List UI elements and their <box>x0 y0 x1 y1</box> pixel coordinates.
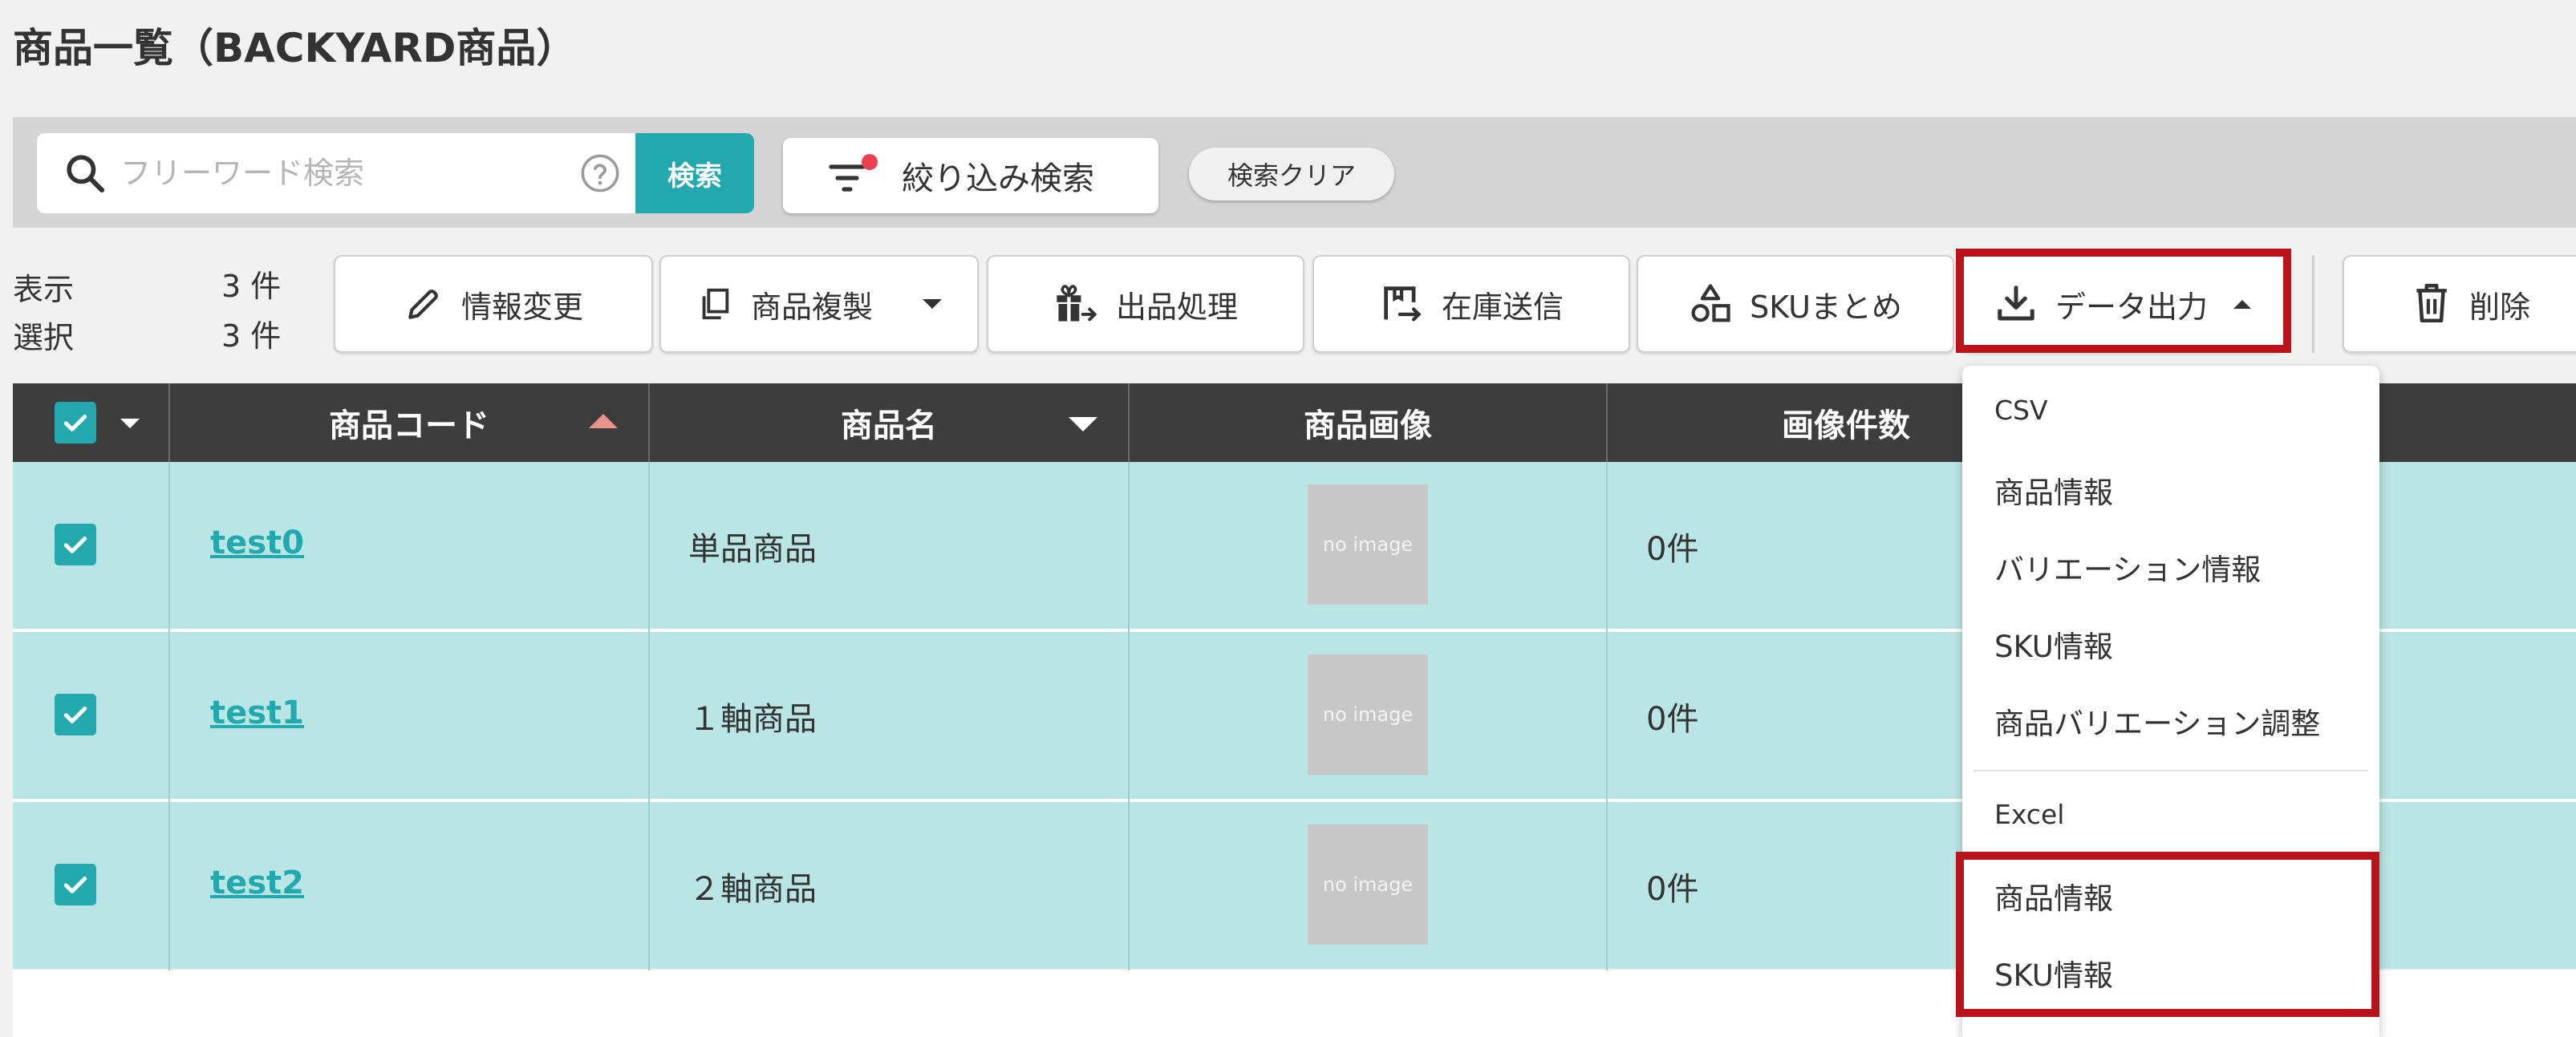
select-all-checkbox[interactable] <box>55 402 96 444</box>
shapes-icon <box>1691 284 1730 322</box>
product-image-placeholder: no image <box>1308 654 1428 775</box>
delete-button[interactable]: 削除 <box>2343 255 2576 353</box>
search-input[interactable] <box>120 143 554 204</box>
product-name: ２軸商品 <box>688 871 817 908</box>
search-button[interactable]: 検索 <box>635 133 754 213</box>
trash-icon <box>2416 283 2447 323</box>
row-checkbox[interactable] <box>55 524 96 565</box>
image-count: 0件 <box>1646 531 1699 568</box>
toolbar-divider <box>2312 255 2314 353</box>
product-name: 単品商品 <box>688 531 817 568</box>
export-menu-item-csv-sku[interactable]: SKU情報 <box>1994 622 2113 666</box>
export-button-highlight <box>1956 249 2291 353</box>
column-separator <box>168 462 170 970</box>
help-icon[interactable] <box>579 152 621 194</box>
column-header-image-label: 商品画像 <box>1304 407 1432 444</box>
checkmark-icon <box>63 537 87 553</box>
gift-export-icon <box>1057 285 1097 322</box>
column-separator <box>1606 462 1608 970</box>
menu-divider <box>1974 770 2368 772</box>
column-header-code-label: 商品コード <box>329 407 489 444</box>
checkmark-icon <box>63 707 87 723</box>
duplicate-product-label: 商品複製 <box>750 289 873 325</box>
display-count-value: 3 件 <box>221 269 282 304</box>
display-count-label: 表示 <box>13 272 75 307</box>
page-title: 商品一覧（BACKYARD商品） <box>13 25 577 71</box>
edit-info-button[interactable]: 情報変更 <box>334 255 653 353</box>
checkmark-icon <box>63 877 87 893</box>
product-code-link[interactable]: test0 <box>210 525 304 561</box>
image-count: 0件 <box>1646 701 1699 738</box>
stock-send-button[interactable]: 在庫送信 <box>1312 255 1630 353</box>
selected-count-label: 選択 <box>13 320 75 355</box>
column-separator <box>1128 462 1130 970</box>
selected-count-value: 3 件 <box>221 318 282 354</box>
filter-icon <box>829 154 878 192</box>
select-menu-caret-icon[interactable] <box>120 419 140 428</box>
sort-descending-icon[interactable] <box>1069 417 1097 431</box>
column-header-name-label: 商品名 <box>841 407 937 444</box>
row-checkbox[interactable] <box>55 694 96 735</box>
row-checkbox[interactable] <box>55 864 96 905</box>
stock-send-icon <box>1384 286 1422 322</box>
copy-icon <box>702 288 729 320</box>
checkmark-icon <box>63 415 87 431</box>
listing-process-label: 出品処理 <box>1115 289 1238 325</box>
stock-send-label: 在庫送信 <box>1441 289 1564 325</box>
filter-search-label: 絞り込み検索 <box>902 160 1094 197</box>
product-code-link[interactable]: test1 <box>210 695 304 731</box>
delete-label: 削除 <box>2468 289 2530 325</box>
product-code-link[interactable]: test2 <box>210 865 304 901</box>
export-menu-item-csv-variation-adjust[interactable]: 商品バリエーション調整 <box>1994 699 2320 743</box>
sku-merge-button[interactable]: SKUまとめ <box>1637 255 1954 353</box>
duplicate-dropdown-icon[interactable] <box>923 299 942 309</box>
product-name: １軸商品 <box>688 701 817 738</box>
excel-section-header: Excel <box>1994 799 2065 830</box>
product-image-placeholder: no image <box>1308 824 1428 945</box>
column-separator <box>648 462 650 970</box>
column-header-code[interactable]: 商品コード <box>170 383 648 462</box>
excel-items-highlight <box>1956 852 2379 1017</box>
csv-section-header: CSV <box>1994 395 2048 426</box>
sort-ascending-icon[interactable] <box>589 414 618 428</box>
sku-merge-label: SKUまとめ <box>1750 289 1902 325</box>
image-count: 0件 <box>1646 871 1699 908</box>
product-image-placeholder: no image <box>1308 484 1428 605</box>
export-menu-item-csv-variation[interactable]: バリエーション情報 <box>1994 545 2261 589</box>
edit-info-label: 情報変更 <box>460 289 583 325</box>
column-header-name[interactable]: 商品名 <box>650 383 1128 462</box>
listing-process-button[interactable]: 出品処理 <box>987 255 1304 353</box>
duplicate-product-button[interactable]: 商品複製 <box>659 255 979 353</box>
pencil-icon <box>408 290 438 319</box>
search-icon <box>67 155 105 193</box>
column-header-image[interactable]: 商品画像 <box>1130 383 1606 462</box>
export-menu-item-csv-product[interactable]: 商品情報 <box>1994 468 2113 512</box>
clear-search-button[interactable]: 検索クリア <box>1189 148 1394 201</box>
column-header-image-count-label: 画像件数 <box>1782 407 1910 444</box>
